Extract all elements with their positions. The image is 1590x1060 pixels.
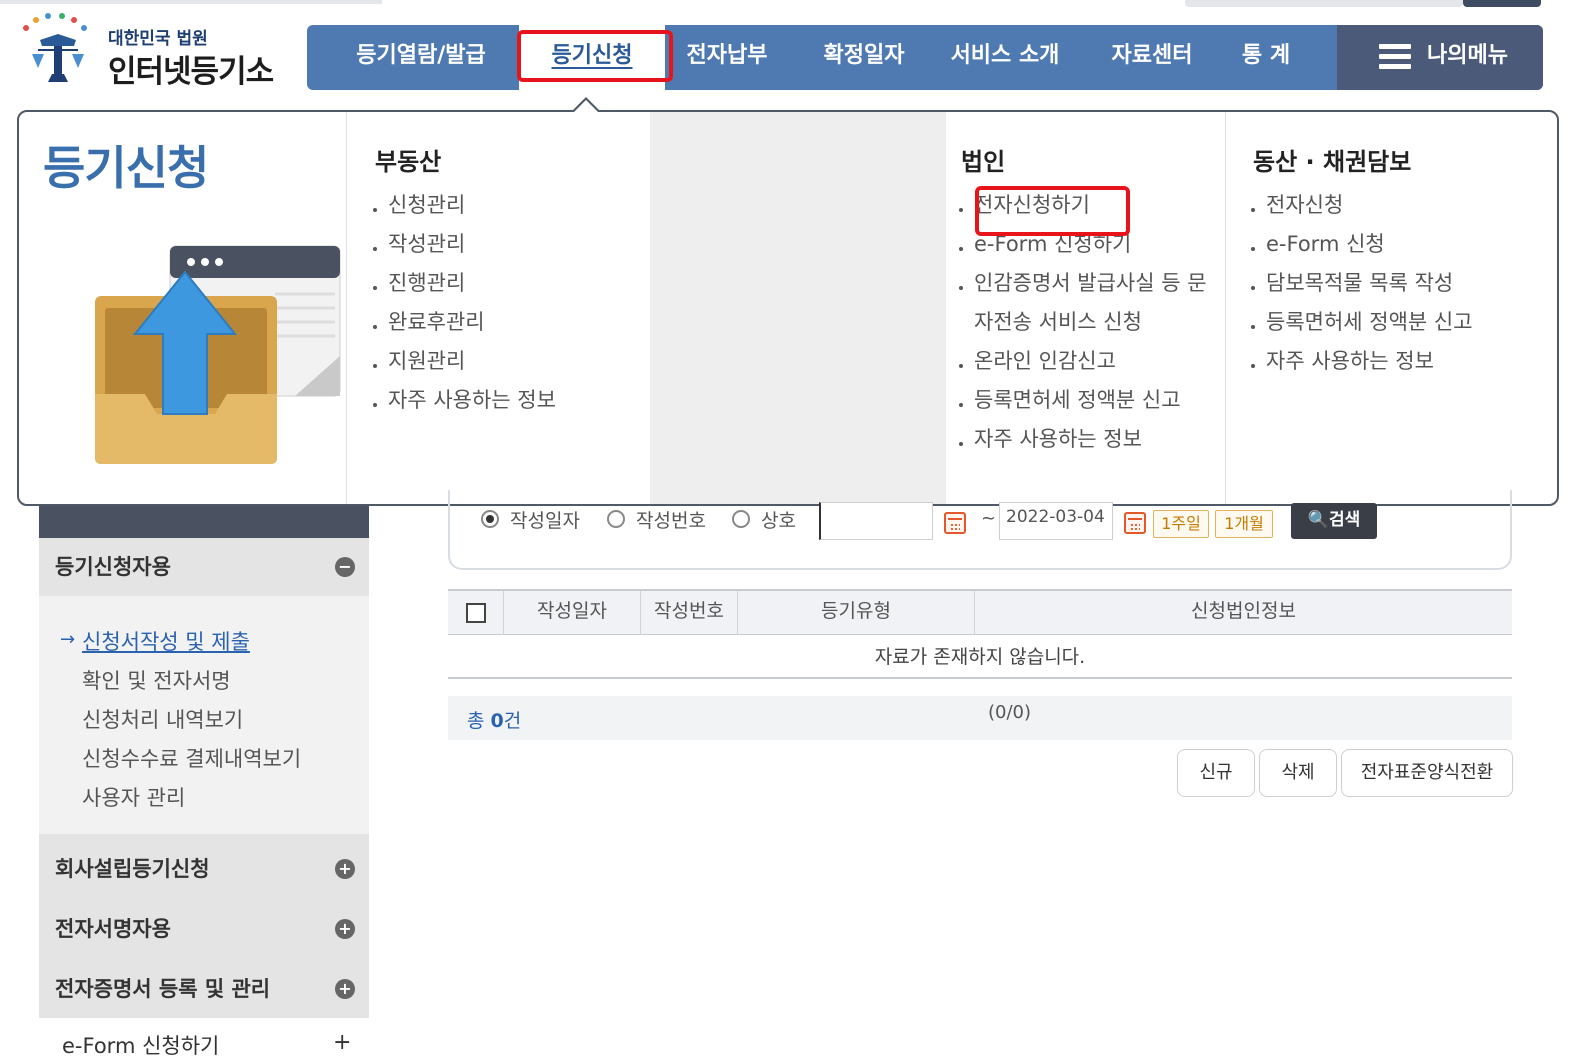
sidebar-section-label: 회사설립등기신청 [55,857,210,881]
menu-item-online-seal-report[interactable]: 온라인 인감신고 [959,342,1207,381]
menu-heading-corporation: 법인 [961,148,1006,176]
menu-item-post-completion[interactable]: 완료후관리 [373,303,556,342]
court-emblem-icon [23,13,87,82]
sidebar-link-confirm-sign[interactable]: 확인 및 전자서명 [82,665,231,695]
date-from-input[interactable] [819,502,933,540]
sidebar-header [39,506,369,538]
top-search-input[interactable] [1185,0,1463,7]
menu-item-eform-application[interactable]: e-Form 신청 [1251,225,1473,264]
date-to-input[interactable]: 2022-03-04 [999,502,1113,540]
arrow-right-icon: → [60,629,76,650]
expand-icon[interactable]: + [335,979,355,999]
one-month-button[interactable]: 1개월 [1215,510,1273,538]
empty-column [650,112,946,504]
menu-item-collateral-list[interactable]: 담보목적물 목록 작성 [1251,264,1473,303]
sidebar-link-fee-payments[interactable]: 신청수수료 결제내역보기 [82,743,301,773]
sidebar-section-label: 등기신청자용 [55,555,171,579]
collapse-icon[interactable]: − [335,557,355,577]
search-button-label: 검색 [1328,510,1361,530]
select-all-checkbox[interactable] [466,603,486,623]
column-divider [346,112,347,504]
logo-title[interactable]: 인터넷등기소 [108,46,274,91]
nav-item-resource-center[interactable]: 자료센터 [1091,25,1213,90]
sidebar-section-e-signature[interactable]: 전자서명자용 + [39,900,369,958]
menu-heading-movable-assets: 동산 · 채권담보 [1253,148,1412,176]
calendar-icon[interactable] [944,512,966,534]
pagination[interactable]: (0/0) [988,702,1031,723]
my-menu-label: 나의메뉴 [1427,43,1508,68]
menu-caret-inner [574,100,598,112]
sidebar-section-company-setup[interactable]: 회사설립등기신청 + [39,840,369,898]
hamburger-icon [1379,44,1411,70]
menu-item-license-tax-report[interactable]: 등록면허세 정액분 신고 [1251,303,1473,342]
radio-date[interactable] [481,510,499,528]
nav-item-service-intro[interactable]: 서비스 소개 [935,25,1075,90]
menu-heading-real-estate: 부동산 [375,148,442,176]
column-divider [1225,112,1226,504]
highlight-box-nav [517,30,673,82]
column-header-company-info: 신청법인정보 [1191,600,1296,622]
sidebar-link-processing-history[interactable]: 신청처리 내역보기 [82,704,243,734]
sidebar-section-label: 전자서명자용 [55,917,171,941]
column-header-number: 작성번호 [654,600,724,622]
radio-company[interactable] [732,510,750,528]
menu-item-frequent-info[interactable]: 자주 사용하는 정보 [373,381,556,420]
sidebar-link-user-management[interactable]: 사용자 관리 [82,782,185,812]
new-button[interactable]: 신규 [1177,749,1255,797]
nav-item-electronic-payment[interactable]: 전자납부 [667,25,787,90]
sidebar-eform-link[interactable]: e-Form 신청하기 [62,1030,219,1060]
radio-label-date: 작성일자 [510,510,580,532]
top-strip [0,0,382,4]
column-header-type: 등기유형 [821,600,891,622]
delete-button[interactable]: 삭제 [1259,749,1337,797]
total-count: 총 0건 [467,710,522,732]
radio-label-company: 상호 [761,510,796,532]
search-button[interactable]: 🔍검색 [1291,503,1377,539]
menu-item-frequent-info[interactable]: 자주 사용하는 정보 [959,420,1207,459]
table-empty-message: 자료가 존재하지 않습니다. [448,635,1512,679]
mega-menu-title: 등기신청 [43,141,209,195]
menu-list-real-estate: 신청관리 작성관리 진행관리 완료후관리 지원관리 자주 사용하는 정보 [373,186,556,420]
menu-list-movable-assets: 전자신청 e-Form 신청 담보목적물 목록 작성 등록면허세 정액분 신고 … [1251,186,1473,381]
menu-item-application-management[interactable]: 신청관리 [373,186,556,225]
nav-item-statistics[interactable]: 통 계 [1227,25,1305,90]
search-icon: 🔍 [1307,510,1329,530]
range-separator: ~ [981,508,997,529]
my-menu-button[interactable]: 나의메뉴 [1337,25,1543,90]
menu-item-support-management[interactable]: 지원관리 [373,342,556,381]
top-search-button[interactable] [1463,0,1541,7]
table-footer [448,696,1512,740]
one-week-button[interactable]: 1주일 [1153,510,1209,538]
radio-label-number: 작성번호 [636,510,706,532]
sidebar-link-write-submit[interactable]: 신청서작성 및 제출 [82,626,250,656]
plus-icon[interactable]: + [333,1030,351,1055]
menu-item-progress-management[interactable]: 진행관리 [373,264,556,303]
nav-item-fixed-date[interactable]: 확정일자 [804,25,924,90]
convert-standard-form-button[interactable]: 전자표준양식전환 [1341,749,1513,797]
nav-item-registry-view[interactable]: 등기열람/발급 [333,25,509,90]
sidebar-section-applicant[interactable]: 등기신청자용 − [39,538,369,596]
expand-icon[interactable]: + [335,919,355,939]
menu-item-seal-cert-sms[interactable]: 인감증명서 발급사실 등 문 자전송 서비스 신청 [959,264,1207,342]
menu-item-draft-management[interactable]: 작성관리 [373,225,556,264]
menu-item-license-tax-report[interactable]: 등록면허세 정액분 신고 [959,381,1207,420]
highlight-box-menu-item [975,186,1130,236]
calendar-icon[interactable] [1124,512,1146,534]
menu-item-e-application[interactable]: 전자신청 [1251,186,1473,225]
sidebar-section-e-certificate[interactable]: 전자증명서 등록 및 관리 + [39,960,369,1018]
sidebar-section-label: 전자증명서 등록 및 관리 [55,977,271,1001]
radio-number[interactable] [607,510,625,528]
menu-item-frequent-info[interactable]: 자주 사용하는 정보 [1251,342,1473,381]
expand-icon[interactable]: + [335,859,355,879]
upload-box-icon [95,245,341,464]
mega-menu-panel: 등기신청 부동산 신청관리 작성관리 진행관리 완료후관리 지원관리 자주 사용… [17,110,1559,506]
column-header-date: 작성일자 [537,600,607,622]
